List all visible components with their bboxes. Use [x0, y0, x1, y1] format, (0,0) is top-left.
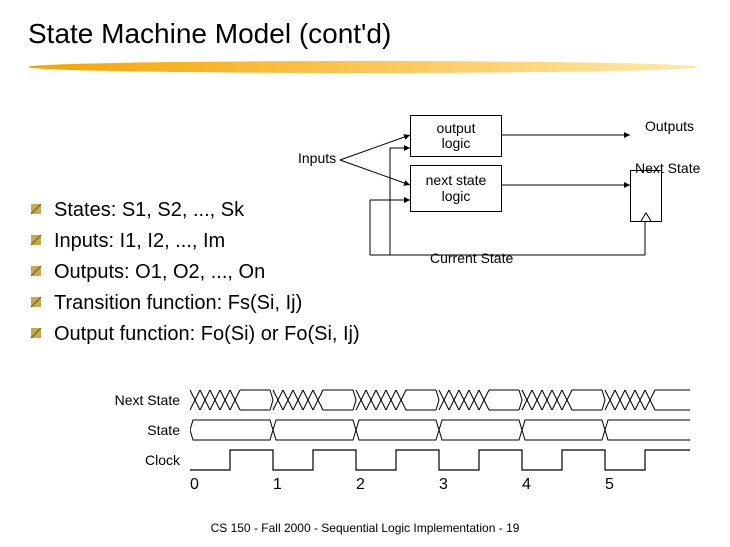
- label-inputs: Inputs: [298, 150, 336, 166]
- bullet-icon: [28, 319, 44, 350]
- bullet-icon: [28, 195, 44, 226]
- bullet-text: Inputs: I1, I2, ..., Im: [54, 226, 225, 257]
- bullet-text: Output function: Fo(Si) or Fo(Si, Ij): [54, 319, 360, 350]
- wave-state: [190, 418, 690, 442]
- slide-footer: CS 150 - Fall 2000 - Sequential Logic Im…: [0, 521, 730, 535]
- label-current-state: Current State: [430, 250, 513, 266]
- tick-label: 0: [190, 476, 199, 494]
- bullet-text: States: S1, S2, ..., Sk: [54, 195, 244, 226]
- tick-label: 5: [605, 476, 614, 494]
- list-item: Inputs: I1, I2, ..., Im: [28, 226, 360, 257]
- timing-label-clock: Clock: [60, 452, 190, 468]
- list-item: Output function: Fo(Si) or Fo(Si, Ij): [28, 319, 360, 350]
- bullet-text: Transition function: Fs(Si, Ij): [54, 288, 302, 319]
- timing-label-state: State: [60, 422, 190, 438]
- list-item: States: S1, S2, ..., Sk: [28, 195, 360, 226]
- bullet-text: Outputs: O1, O2, ..., On: [54, 257, 265, 288]
- slide-title: State Machine Model (cont'd): [28, 18, 391, 50]
- bullet-icon: [28, 257, 44, 288]
- wave-clock: [190, 448, 690, 472]
- tick-label: 1: [273, 476, 282, 494]
- tick-label: 3: [439, 476, 448, 494]
- bullet-icon: [28, 288, 44, 319]
- bullet-list: States: S1, S2, ..., Sk Inputs: I1, I2, …: [28, 195, 360, 350]
- label-outputs: Outputs: [645, 118, 694, 134]
- list-item: Outputs: O1, O2, ..., On: [28, 257, 360, 288]
- box-next-state-logic: next state logic: [410, 165, 502, 212]
- label-next-state: Next State: [635, 160, 700, 176]
- tick-label: 4: [522, 476, 531, 494]
- timing-label-next-state: Next State: [60, 392, 190, 408]
- box-output-logic: output logic: [410, 115, 502, 157]
- box-register: [630, 170, 662, 222]
- title-underline: [28, 60, 698, 74]
- register-clock-triangle-icon: [631, 171, 661, 221]
- tick-label: 2: [356, 476, 365, 494]
- timing-diagram: Next State: [60, 385, 690, 475]
- bullet-icon: [28, 226, 44, 257]
- list-item: Transition function: Fs(Si, Ij): [28, 288, 360, 319]
- wave-next-state: [190, 388, 690, 412]
